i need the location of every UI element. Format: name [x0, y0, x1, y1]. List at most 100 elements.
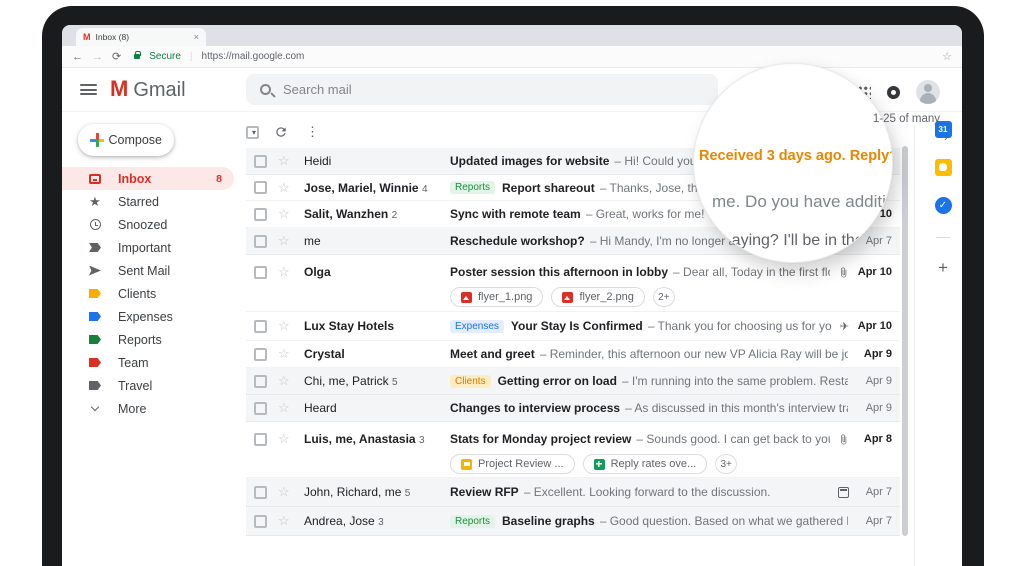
row-checkbox[interactable] [254, 319, 267, 333]
email-row-luxstay[interactable]: ☆ Lux Stay Hotels Expenses Your Stay Is … [246, 312, 900, 341]
row-checkbox[interactable] [254, 234, 267, 248]
star-icon[interactable]: ☆ [278, 233, 304, 249]
magnifier-overlay: Received 3 days ago. Reply? me. Do you h… [693, 63, 893, 263]
email-subject: Stats for Monday project review [450, 432, 632, 446]
magnified-snippet: me. Do you have addition... [712, 192, 892, 211]
email-sender: Heard [304, 401, 337, 415]
rail-divider [914, 125, 915, 566]
select-caret-icon[interactable]: ▾ [252, 128, 256, 137]
nudge-text[interactable]: Received 3 days ago. Reply? [699, 148, 892, 164]
email-row-luis[interactable]: ☆ Luis, me, Anastasia 3 Stats for Monday… [246, 422, 900, 478]
add-addon-icon[interactable]: + [938, 259, 948, 276]
tab-close-icon[interactable]: × [194, 32, 199, 42]
star-icon[interactable]: ☆ [278, 180, 304, 196]
refresh-icon[interactable] [274, 125, 288, 139]
email-date: Apr 7 [865, 486, 892, 498]
attachment-chip[interactable]: Project Review ... [450, 454, 575, 474]
more-attachments-chip[interactable]: 3+ [715, 454, 738, 474]
attachment-chip[interactable]: flyer_1.png [450, 287, 544, 307]
sidebar-item-reports[interactable]: Reports [62, 328, 234, 351]
email-date: Apr 10 [857, 266, 892, 278]
label-tag-icon [88, 335, 102, 344]
forward-icon[interactable]: → [92, 51, 103, 63]
sidebar-item-label: Clients [118, 286, 157, 301]
account-avatar[interactable] [916, 80, 940, 104]
sidebar-item-more[interactable]: More [62, 397, 234, 420]
star-icon[interactable]: ☆ [278, 431, 304, 447]
email-date: Apr 9 [865, 402, 892, 414]
email-row-chi[interactable]: ☆ Chi, me, Patrick 5 Clients Getting err… [246, 368, 900, 395]
reload-icon[interactable]: ⟳ [112, 50, 121, 63]
star-icon[interactable]: ☆ [278, 318, 304, 334]
browser-tab[interactable]: M Inbox (8) × [76, 28, 206, 46]
star-icon[interactable]: ☆ [278, 153, 304, 169]
sidebar-item-inbox[interactable]: Inbox 8 [62, 167, 234, 190]
attachment-chip[interactable]: flyer_2.png [551, 287, 645, 307]
next-page-icon[interactable]: › [873, 130, 948, 144]
star-icon[interactable]: ☆ [278, 346, 304, 362]
email-row-olga[interactable]: ☆ Olga Poster session this afternoon in … [246, 255, 900, 312]
attachment-chip[interactable]: Reply rates ove... [582, 454, 708, 474]
rail-separator [936, 237, 950, 238]
sidebar-item-important[interactable]: Important [62, 236, 234, 259]
row-checkbox[interactable] [254, 432, 267, 446]
bookmark-star-icon[interactable]: ☆ [942, 50, 952, 63]
row-checkbox[interactable] [254, 181, 267, 194]
star-icon[interactable]: ☆ [278, 400, 304, 416]
compose-button[interactable]: Compose [78, 124, 174, 156]
email-row-john[interactable]: ☆ John, Richard, me 5 Review RFP – Excel… [246, 478, 900, 507]
more-attachments-chip[interactable]: 2+ [652, 287, 675, 307]
email-snippet: – Sounds good. I can get back to you abo… [636, 432, 830, 446]
sidebar-item-team[interactable]: Team [62, 351, 234, 374]
email-row-heard[interactable]: ☆ Heard Changes to interview process – A… [246, 395, 900, 422]
sidebar-item-expenses[interactable]: Expenses [62, 305, 234, 328]
row-checkbox[interactable] [254, 154, 267, 168]
star-icon[interactable]: ☆ [278, 484, 304, 500]
email-sender: Jose, Mariel, Winnie 4 [304, 180, 428, 195]
label-chip[interactable]: Reports [450, 181, 496, 194]
email-subject: Getting error on load [497, 374, 617, 388]
email-snippet: – Thank you for choosing us for your bus… [647, 319, 832, 333]
email-row-crystal[interactable]: ☆ Crystal Meet and greet – Reminder, thi… [246, 341, 900, 368]
email-subject: Report shareout [502, 180, 595, 195]
more-options-icon[interactable]: ⋮ [306, 124, 319, 140]
email-sender: Olga [304, 265, 331, 279]
star-icon[interactable]: ☆ [278, 373, 304, 389]
email-row-andrea[interactable]: ☆ Andrea, Jose 3 Reports Baseline graphs… [246, 507, 900, 536]
notification-ring-icon[interactable] [887, 85, 900, 99]
row-checkbox[interactable] [254, 514, 267, 528]
keep-addon-icon[interactable] [934, 159, 952, 176]
tasks-addon-icon[interactable]: ✓ [934, 197, 952, 214]
back-icon[interactable]: ← [72, 51, 83, 63]
sidebar-item-snoozed[interactable]: Snoozed [62, 213, 234, 236]
star-icon[interactable]: ☆ [278, 206, 304, 222]
sidebar-item-clients[interactable]: Clients [62, 282, 234, 305]
row-checkbox[interactable] [254, 207, 267, 221]
row-checkbox[interactable] [254, 485, 267, 499]
label-chip[interactable]: Reports [450, 514, 496, 528]
gmail-m-icon: M [110, 76, 129, 101]
sidebar-item-starred[interactable]: ★ Starred [62, 190, 234, 213]
email-snippet: – I'm running into the same problem. Res… [621, 374, 848, 388]
sidebar-item-label: Team [118, 355, 149, 370]
email-subject: Poster session this afternoon in lobby [450, 265, 669, 279]
sidebar-item-travel[interactable]: Travel [62, 374, 234, 397]
menu-icon[interactable] [80, 84, 97, 95]
label-chip[interactable]: Clients [450, 374, 491, 388]
row-checkbox[interactable] [254, 265, 267, 279]
star-icon[interactable]: ☆ [278, 513, 304, 529]
search-input[interactable]: Search mail [246, 74, 718, 105]
row-checkbox[interactable] [254, 374, 267, 388]
address-url[interactable]: https://mail.google.com [202, 51, 934, 62]
row-checkbox[interactable] [254, 347, 267, 361]
email-date: Apr 10 [857, 320, 892, 332]
clock-icon [88, 219, 102, 230]
search-placeholder: Search mail [283, 82, 352, 97]
sidebar-item-sent[interactable]: Sent Mail [62, 259, 234, 282]
list-scrollbar[interactable] [902, 146, 908, 536]
label-chip[interactable]: Expenses [450, 319, 504, 333]
sidebar: Compose Inbox 8 ★ Starred Snoozed Import… [62, 112, 240, 566]
star-icon[interactable]: ☆ [278, 264, 304, 280]
row-checkbox[interactable] [254, 401, 267, 415]
email-subject: Sync with remote team [450, 207, 581, 221]
